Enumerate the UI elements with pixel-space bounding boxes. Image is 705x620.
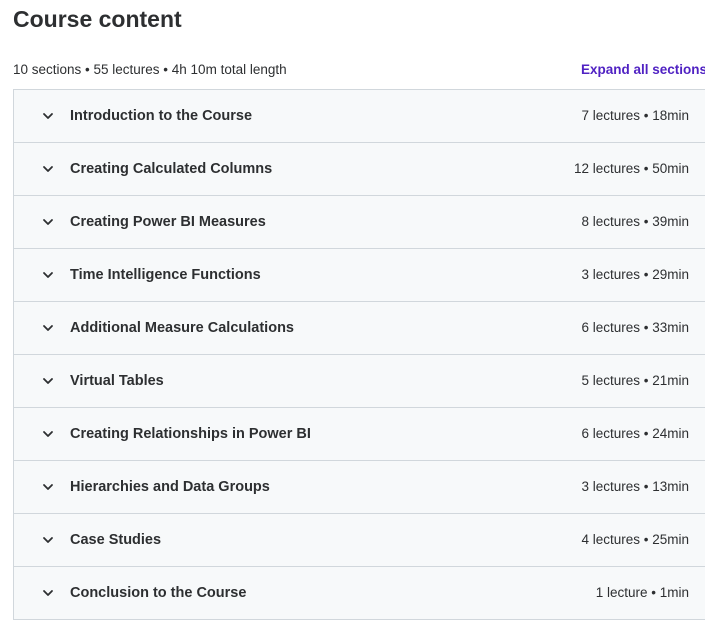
section-row[interactable]: Additional Measure Calculations 6 lectur… — [14, 302, 705, 355]
section-meta: 4 lectures • 25min — [581, 532, 689, 547]
chevron-down-icon[interactable] — [42, 481, 54, 493]
section-meta: 5 lectures • 21min — [581, 373, 689, 388]
section-row[interactable]: Conclusion to the Course 1 lecture • 1mi… — [14, 567, 705, 619]
section-meta: 6 lectures • 33min — [581, 320, 689, 335]
chevron-down-icon[interactable] — [42, 110, 54, 122]
section-meta: 12 lectures • 50min — [573, 161, 689, 176]
section-row[interactable]: Case Studies 4 lectures • 25min — [14, 514, 705, 567]
section-title: Conclusion to the Course — [70, 585, 247, 601]
course-summary-text: 10 sections • 55 lectures • 4h 10m total… — [13, 62, 287, 77]
section-row[interactable]: Virtual Tables 5 lectures • 21min — [14, 355, 705, 408]
section-row[interactable]: Hierarchies and Data Groups 3 lectures •… — [14, 461, 705, 514]
section-meta: 3 lectures • 13min — [581, 479, 689, 494]
chevron-down-icon[interactable] — [42, 163, 54, 175]
chevron-down-icon[interactable] — [42, 322, 54, 334]
section-meta: 6 lectures • 24min — [581, 426, 689, 441]
chevron-down-icon[interactable] — [42, 269, 54, 281]
section-row[interactable]: Creating Power BI Measures 8 lectures • … — [14, 196, 705, 249]
section-title: Creating Power BI Measures — [70, 214, 266, 230]
section-row[interactable]: Creating Calculated Columns 12 lectures … — [14, 143, 705, 196]
section-row[interactable]: Time Intelligence Functions 3 lectures •… — [14, 249, 705, 302]
chevron-down-icon[interactable] — [42, 587, 54, 599]
section-title: Virtual Tables — [70, 373, 164, 389]
chevron-down-icon[interactable] — [42, 534, 54, 546]
section-meta: 3 lectures • 29min — [581, 267, 689, 282]
chevron-down-icon[interactable] — [42, 375, 54, 387]
page-title: Course content — [13, 6, 182, 32]
section-meta: 7 lectures • 18min — [581, 108, 689, 123]
expand-all-sections-button[interactable]: Expand all sections — [581, 60, 705, 80]
section-title: Creating Calculated Columns — [70, 161, 273, 177]
section-list: Introduction to the Course 7 lectures • … — [13, 89, 705, 620]
section-title: Creating Relationships in Power BI — [70, 426, 311, 442]
section-meta: 1 lecture • 1min — [595, 585, 689, 600]
section-row[interactable]: Introduction to the Course 7 lectures • … — [14, 90, 705, 143]
section-title: Additional Measure Calculations — [70, 320, 294, 336]
chevron-down-icon[interactable] — [42, 216, 54, 228]
chevron-down-icon[interactable] — [42, 428, 54, 440]
section-meta: 8 lectures • 39min — [581, 214, 689, 229]
section-title: Time Intelligence Functions — [70, 267, 261, 283]
section-title: Hierarchies and Data Groups — [70, 479, 270, 495]
course-summary-bar: 10 sections • 55 lectures • 4h 10m total… — [13, 60, 705, 80]
section-title: Case Studies — [70, 532, 162, 548]
section-title: Introduction to the Course — [70, 108, 253, 124]
section-row[interactable]: Creating Relationships in Power BI 6 lec… — [14, 408, 705, 461]
